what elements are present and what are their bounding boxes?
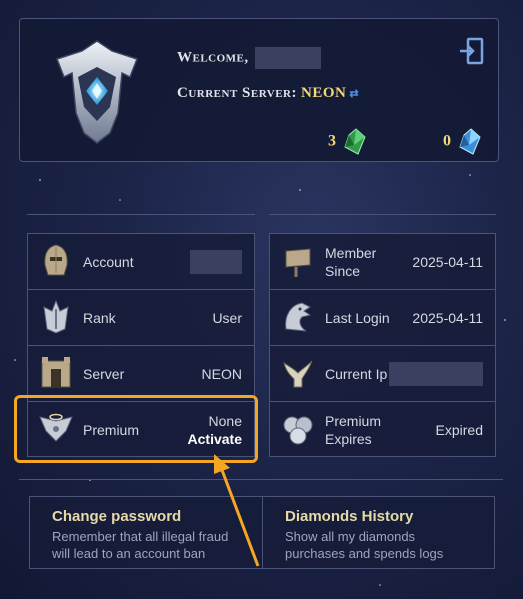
annotation-arrow bbox=[214, 454, 260, 567]
